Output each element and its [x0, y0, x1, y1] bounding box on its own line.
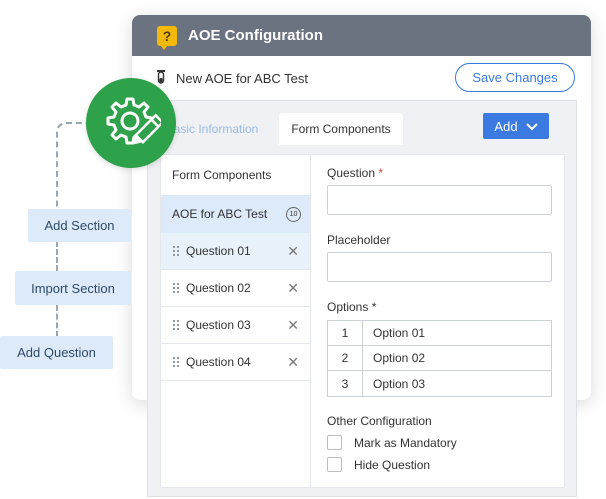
other-config-label: Other Configuration: [327, 414, 432, 428]
components-header: Form Components: [172, 168, 272, 182]
placeholder-label: Placeholder: [327, 233, 391, 247]
close-icon[interactable]: ✕: [287, 244, 299, 258]
section-name: AOE for ABC Test: [172, 207, 268, 221]
window-titlebar: ? AOE Configuration: [132, 15, 591, 56]
question-label: Question 04: [186, 355, 251, 369]
connector-low: [56, 305, 58, 337]
add-button-label: Add: [494, 118, 518, 134]
form-content: Form Components AOE for ABC Test 10 Ques…: [160, 154, 565, 488]
mandatory-checkbox[interactable]: [327, 435, 342, 450]
question-item[interactable]: Question 03 ✕: [161, 307, 310, 344]
chevron-down-icon: [525, 119, 538, 134]
settings-edit-icon: [86, 78, 176, 168]
question-item[interactable]: Question 02 ✕: [161, 270, 310, 307]
mandatory-label: Mark as Mandatory: [354, 435, 457, 450]
drag-handle-icon[interactable]: [172, 319, 180, 331]
section-item[interactable]: AOE for ABC Test 10: [161, 195, 310, 233]
option-row[interactable]: 1 Option 01: [328, 321, 551, 346]
option-row[interactable]: 3 Option 03: [328, 371, 551, 396]
hide-checkbox-row[interactable]: Hide Question: [327, 457, 430, 472]
connector-mid: [56, 241, 58, 271]
required-mark: *: [378, 166, 384, 180]
option-number: 2: [328, 346, 363, 370]
import-section-button[interactable]: Import Section: [15, 271, 131, 305]
question-label: Question 01: [186, 244, 251, 258]
options-table: 1 Option 01 2 Option 02 3 Option 03: [327, 320, 552, 397]
question-label-text: Question: [327, 166, 376, 180]
add-dropdown-button[interactable]: Add: [483, 113, 549, 139]
close-icon[interactable]: ✕: [287, 318, 299, 332]
option-number: 3: [328, 371, 363, 396]
hide-checkbox[interactable]: [327, 457, 342, 472]
question-input[interactable]: [327, 185, 552, 215]
question-help-icon: ?: [157, 25, 177, 50]
aoe-name: New AOE for ABC Test: [176, 70, 308, 86]
option-value[interactable]: Option 02: [363, 346, 551, 370]
question-count-badge: 10: [286, 207, 301, 222]
close-icon[interactable]: ✕: [287, 355, 299, 369]
connector-top: [56, 122, 88, 212]
options-label: Options *: [327, 300, 377, 314]
option-row[interactable]: 2 Option 02: [328, 346, 551, 371]
test-tube-icon: [156, 70, 166, 86]
question-label: Question 03: [186, 318, 251, 332]
add-section-button[interactable]: Add Section: [28, 209, 131, 242]
option-value[interactable]: Option 01: [363, 321, 551, 345]
components-list: Form Components AOE for ABC Test 10 Ques…: [161, 155, 311, 487]
option-value[interactable]: Option 03: [363, 371, 551, 396]
question-field-label: Question *: [327, 166, 383, 180]
question-label: Question 02: [186, 281, 251, 295]
tab-form-components[interactable]: Form Components: [279, 113, 403, 145]
subtitle-bar: New AOE for ABC Test Save Changes: [132, 56, 591, 100]
hide-label: Hide Question: [354, 457, 431, 472]
drag-handle-icon[interactable]: [172, 356, 180, 368]
question-item[interactable]: Question 04 ✕: [161, 344, 310, 381]
question-item[interactable]: Question 01 ✕: [161, 233, 310, 270]
placeholder-input[interactable]: [327, 252, 552, 282]
drag-handle-icon[interactable]: [172, 282, 180, 294]
window-title: AOE Configuration: [188, 27, 323, 44]
close-icon[interactable]: ✕: [287, 281, 299, 295]
save-changes-button[interactable]: Save Changes: [455, 63, 575, 92]
add-question-button[interactable]: Add Question: [0, 336, 113, 369]
editor-panel: Basic Information Form Components Add Fo…: [147, 100, 577, 497]
mandatory-checkbox-row[interactable]: Mark as Mandatory: [327, 435, 457, 450]
drag-handle-icon[interactable]: [172, 245, 180, 257]
option-number: 1: [328, 321, 363, 345]
